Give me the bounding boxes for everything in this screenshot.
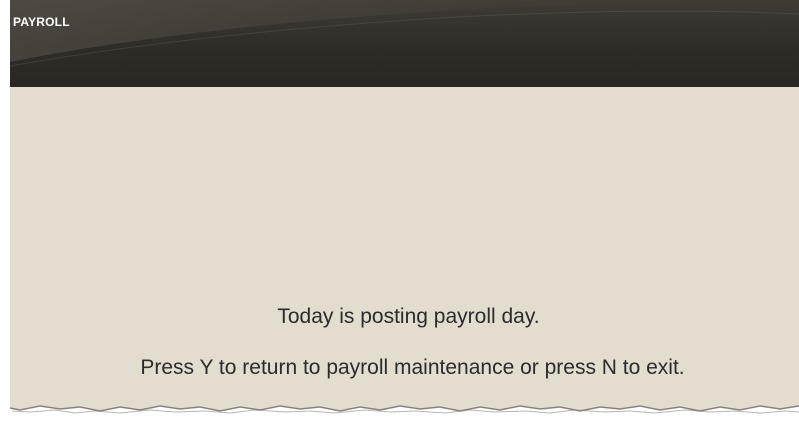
- message-line-1: Today is posting payroll day.: [277, 305, 540, 328]
- message-area: Today is posting payroll day. Press Y to…: [10, 87, 799, 406]
- title-bar: PAYROLL: [10, 0, 799, 87]
- payroll-window: PAYROLL Today is posting payroll day. Pr…: [10, 0, 799, 406]
- torn-edge: [9, 400, 799, 414]
- title-bar-swoosh: [10, 0, 799, 67]
- window-title: PAYROLL: [13, 15, 70, 29]
- message-line-2: Press Y to return to payroll maintenance…: [140, 356, 685, 379]
